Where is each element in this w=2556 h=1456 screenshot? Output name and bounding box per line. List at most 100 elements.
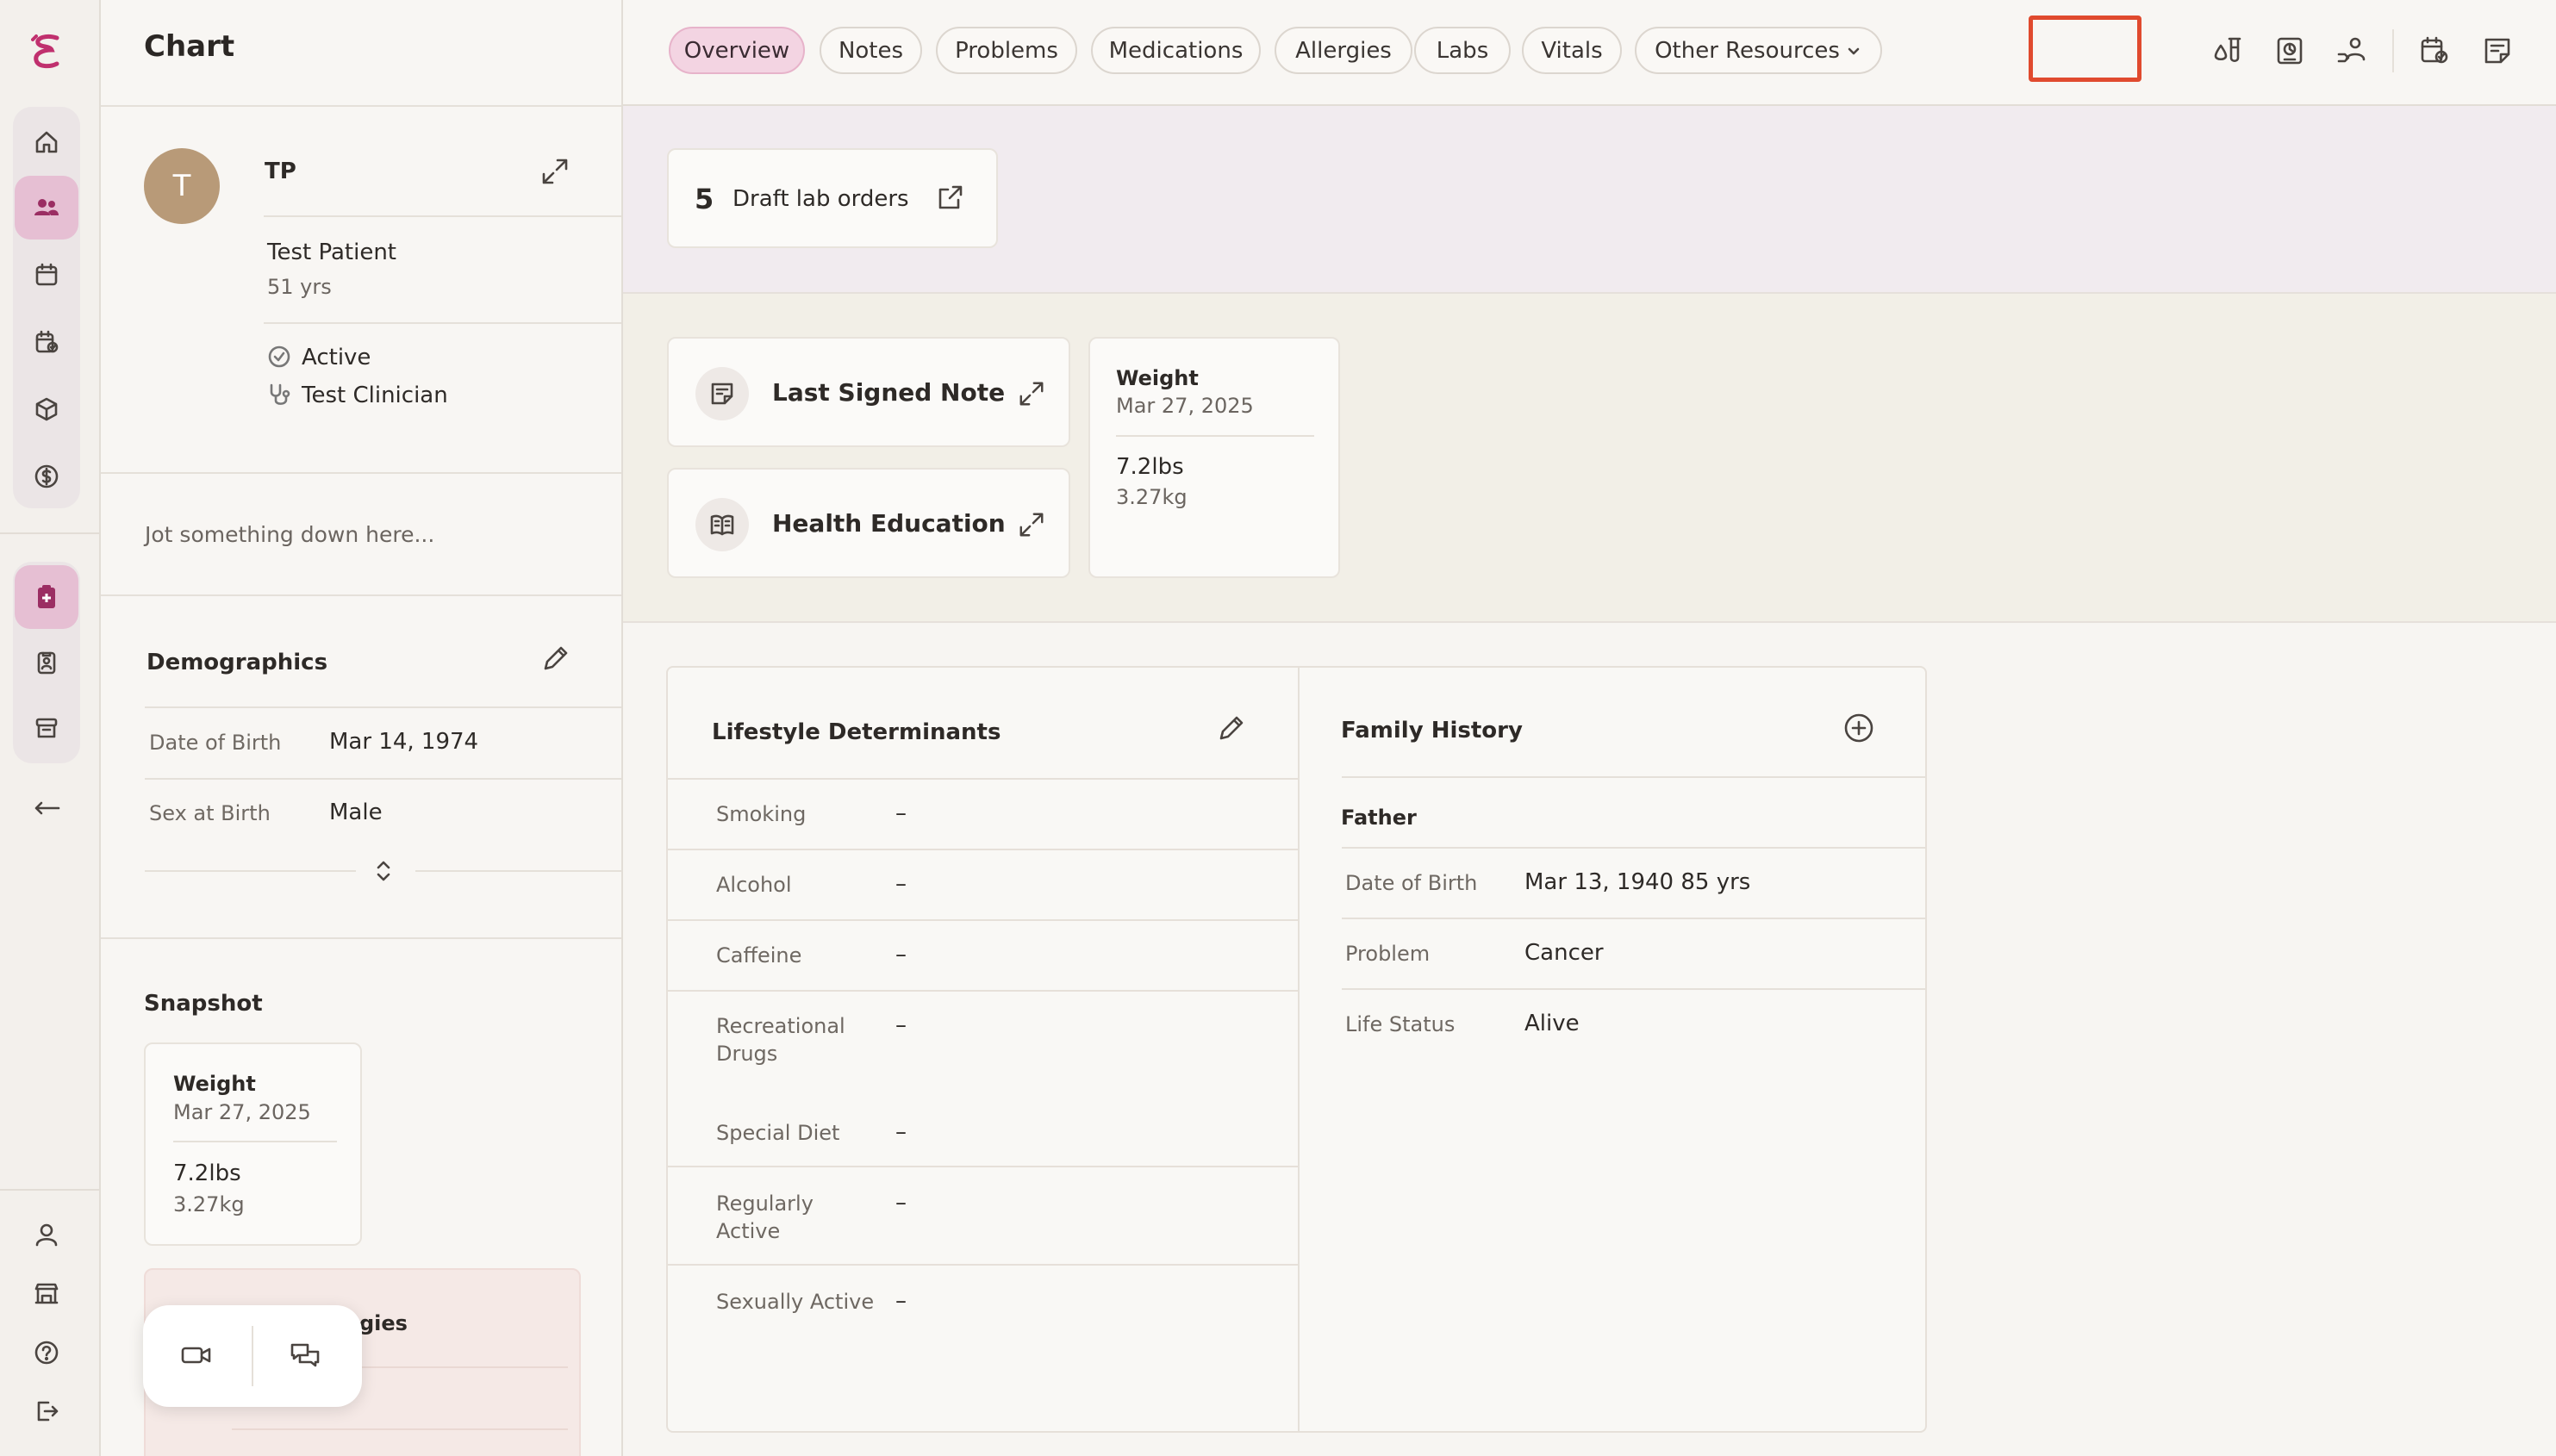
calendar-icon[interactable] [15, 243, 78, 307]
dob-label: Date of Birth [149, 731, 282, 755]
alcohol-value: – [895, 871, 907, 897]
regularly-active-label: Regularly Active [716, 1192, 814, 1243]
last-signed-note-card[interactable]: Last Signed Note [667, 337, 1070, 447]
patient-access-icon[interactable] [2333, 32, 2371, 70]
tab-problems[interactable]: Problems [936, 27, 1077, 74]
recreational-drugs-label: Recreational Drugs [716, 1014, 845, 1066]
expand-icon[interactable] [1018, 511, 1045, 538]
caffeine-label: Caffeine [716, 943, 802, 968]
secondary-nav-group [13, 562, 80, 763]
note-icon[interactable] [2478, 32, 2516, 70]
expand-icon[interactable] [1018, 380, 1045, 408]
chat-icon[interactable] [290, 1341, 321, 1369]
family-dob-label: Date of Birth [1345, 871, 1478, 895]
clinic-icon[interactable] [18, 1265, 75, 1322]
expand-collapse-icon[interactable] [373, 858, 394, 884]
weight-kg: 3.27kg [1116, 485, 1188, 509]
snapshot-weight-kg: 3.27kg [173, 1192, 245, 1216]
family-life-status-label: Life Status [1345, 1012, 1456, 1036]
alcohol-label: Alcohol [716, 873, 792, 897]
family-life-status-value: Alive [1524, 1011, 1580, 1036]
edit-lifestyle-icon[interactable] [1216, 714, 1245, 744]
weight-label: Weight [1116, 366, 1199, 390]
calendar-check-icon[interactable] [2416, 32, 2453, 70]
home-icon[interactable] [15, 110, 78, 174]
app-logo-icon[interactable] [31, 33, 62, 71]
patient-status: Active [302, 345, 371, 370]
video-icon[interactable] [181, 1341, 212, 1369]
weight-card[interactable]: Weight Mar 27, 2025 7.2lbs 3.27kg [1088, 337, 1340, 578]
avatar: T [144, 148, 220, 224]
chevron-down-icon [1846, 43, 1861, 59]
primary-nav-group [13, 107, 80, 508]
patients-icon[interactable] [15, 176, 78, 240]
regularly-active-value: – [895, 1190, 907, 1216]
snapshot-weight-lbs: 7.2lbs [173, 1160, 241, 1186]
nav-rail [0, 0, 101, 1456]
jot-note-input[interactable]: Jot something down here... [145, 522, 434, 547]
tab-overview[interactable]: Overview [669, 27, 805, 74]
medical-plus-icon[interactable] [15, 565, 78, 629]
billing-icon[interactable] [15, 445, 78, 508]
demographics-title: Demographics [147, 650, 328, 675]
health-education-label: Health Education [772, 509, 1006, 538]
note-doc-icon [695, 367, 749, 420]
lifestyle-title: Lifestyle Determinants [712, 719, 1001, 745]
patient-name: Test Patient [267, 240, 396, 265]
caffeine-value: – [895, 942, 907, 968]
last-signed-note-label: Last Signed Note [772, 378, 1006, 407]
family-dob-value: Mar 13, 1940 85 yrs [1524, 869, 1751, 895]
patient-badge-icon[interactable] [15, 631, 78, 694]
tab-vitals[interactable]: Vitals [1522, 27, 1622, 74]
stethoscope-icon [267, 383, 291, 407]
page-title: Chart [144, 29, 235, 64]
tab-other-resources-label: Other Resources [1655, 37, 1840, 64]
arrow-left-icon[interactable] [18, 780, 75, 837]
weight-lbs: 7.2lbs [1116, 454, 1184, 480]
tab-notes[interactable]: Notes [820, 27, 922, 74]
tab-other-resources[interactable]: Other Resources [1635, 27, 1882, 74]
snapshot-weight-date: Mar 27, 2025 [173, 1100, 311, 1124]
tab-medications[interactable]: Medications [1091, 27, 1261, 74]
active-status-icon [267, 345, 291, 369]
call-toolbar [143, 1305, 362, 1407]
sex-label: Sex at Birth [149, 801, 271, 825]
health-education-card[interactable]: Health Education [667, 468, 1070, 578]
family-history-title: Family History [1341, 718, 1523, 744]
snapshot-allergies-title: gies [359, 1311, 408, 1335]
tasks-calendar-icon[interactable] [15, 310, 78, 374]
packages-icon[interactable] [15, 377, 78, 441]
expand-patient-icon[interactable] [540, 157, 570, 186]
recreational-drugs-value: – [895, 1012, 907, 1038]
family-relation: Father [1341, 806, 1417, 830]
patient-sidebar: Chart T TP Test Patient 51 yrs Active Te… [101, 0, 623, 1456]
profile-icon[interactable] [18, 1206, 75, 1263]
add-family-history-icon[interactable] [1843, 712, 1874, 744]
draft-lab-label: Draft lab orders [733, 186, 909, 212]
external-link-icon[interactable] [936, 183, 965, 212]
draft-lab-count: 5 [695, 183, 714, 215]
help-icon[interactable] [18, 1324, 75, 1381]
weight-date: Mar 27, 2025 [1116, 394, 1254, 418]
logout-icon[interactable] [18, 1383, 75, 1440]
lab-flask-icon[interactable] [2209, 32, 2247, 70]
draft-labs-band: 5 Draft lab orders [623, 106, 2556, 294]
special-diet-label: Special Diet [716, 1121, 840, 1145]
tab-allergies[interactable]: Allergies [1275, 27, 1412, 74]
lab-report-icon[interactable] [2271, 32, 2309, 70]
special-diet-value: – [895, 1119, 907, 1145]
chart-header: Overview Notes Problems Medications Alle… [623, 0, 2556, 106]
family-problem-value: Cancer [1524, 940, 1604, 966]
tab-labs[interactable]: Labs [1414, 27, 1511, 74]
lifestyle-family-panel-lower: Special Diet – Regularly Active – Sexuall… [666, 1088, 1927, 1433]
snapshot-weight-card[interactable]: Weight Mar 27, 2025 7.2lbs 3.27kg [144, 1042, 362, 1246]
archive-icon[interactable] [15, 696, 78, 760]
book-icon [695, 498, 749, 551]
edit-demographics-icon[interactable] [540, 644, 570, 674]
patient-clinician: Test Clinician [302, 383, 448, 408]
family-problem-label: Problem [1345, 942, 1431, 966]
dob-value: Mar 14, 1974 [329, 729, 479, 755]
sex-value: Male [329, 800, 383, 825]
patient-initials: TP [265, 159, 296, 184]
draft-lab-orders-card[interactable]: 5 Draft lab orders [667, 148, 998, 248]
